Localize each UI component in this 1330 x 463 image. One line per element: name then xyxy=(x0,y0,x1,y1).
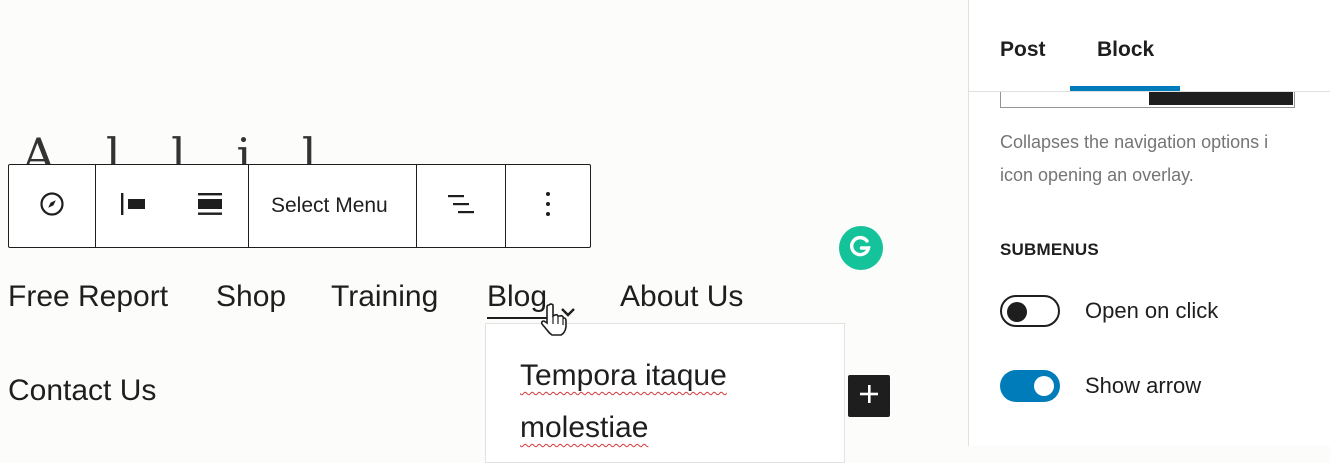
nav-item-training[interactable]: Training xyxy=(331,280,438,314)
list-view-button[interactable] xyxy=(417,165,505,247)
navigation-block-button[interactable] xyxy=(9,165,95,247)
nav-item-shop[interactable]: Shop xyxy=(216,280,286,314)
block-type-group xyxy=(9,165,96,247)
open-on-click-toggle[interactable] xyxy=(1000,295,1060,327)
grammarly-icon xyxy=(848,233,874,264)
settings-sidebar: Post Block Collapses the navigation opti… xyxy=(968,0,1330,446)
justify-left-button[interactable] xyxy=(96,165,172,247)
select-menu-group: Select Menu xyxy=(249,165,417,247)
nav-item-free-report[interactable]: Free Report xyxy=(8,280,168,314)
nav-item-about-us[interactable]: About Us xyxy=(620,280,743,314)
list-view-group xyxy=(417,165,506,247)
options-group xyxy=(506,165,590,247)
show-arrow-label[interactable]: Show arrow xyxy=(1085,373,1201,399)
overlay-menu-toggle-group[interactable] xyxy=(1000,92,1295,108)
sidebar-tabs: Post Block xyxy=(969,0,1330,92)
alignment-group xyxy=(96,165,249,247)
block-toolbar: Select Menu xyxy=(8,164,591,248)
editor-canvas: A l l i l Select Menu Free Report Shop T… xyxy=(0,0,968,463)
nav-item-contact-us[interactable]: Contact Us xyxy=(8,374,156,408)
toggle-knob xyxy=(1034,376,1054,396)
select-menu-button[interactable]: Select Menu xyxy=(249,165,410,247)
nav-item-blog[interactable]: Blog xyxy=(487,280,547,314)
blog-submenu: Tempora itaque molestiae xyxy=(485,323,845,463)
submenu-item-line1: Tempora itaque xyxy=(520,359,727,392)
more-options-button[interactable] xyxy=(506,165,590,247)
site-title-fragment: A l l i l xyxy=(22,128,335,164)
overlay-menu-help-text: Collapses the navigation options i icon … xyxy=(1000,132,1269,185)
submenus-heading: SUBMENUS xyxy=(1000,240,1099,259)
justify-stretch-icon xyxy=(195,191,225,222)
open-on-click-label[interactable]: Open on click xyxy=(1085,298,1218,324)
justify-left-icon xyxy=(119,191,149,222)
submenu-item-line2: molestiae xyxy=(520,411,649,444)
submenu-item[interactable]: Tempora itaque molestiae xyxy=(520,350,820,454)
tab-block[interactable]: Block xyxy=(1097,38,1154,62)
toggle-knob xyxy=(1007,302,1027,322)
show-arrow-row: Show arrow xyxy=(1000,370,1201,402)
overlay-menu-selected-option[interactable] xyxy=(1149,92,1293,105)
show-arrow-toggle[interactable] xyxy=(1000,370,1060,402)
list-view-icon xyxy=(445,191,477,222)
open-on-click-row: Open on click xyxy=(1000,295,1218,327)
hand-pointer-cursor-icon xyxy=(540,303,568,342)
compass-icon xyxy=(39,191,65,222)
vertical-ellipsis-icon xyxy=(543,190,553,223)
active-tab-indicator xyxy=(1070,86,1180,91)
grammarly-button[interactable] xyxy=(839,226,883,270)
add-block-button[interactable] xyxy=(848,375,890,417)
justify-space-between-button[interactable] xyxy=(172,165,248,247)
tab-post[interactable]: Post xyxy=(1000,38,1046,62)
plus-icon xyxy=(858,383,880,410)
